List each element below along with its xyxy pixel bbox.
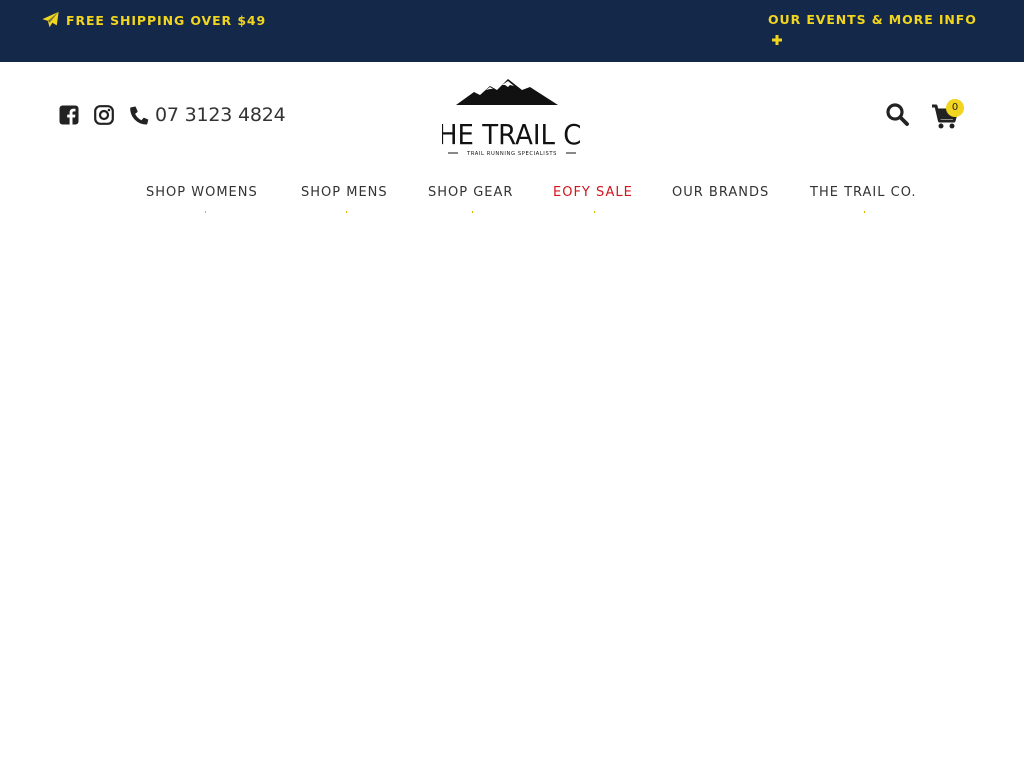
nav-indicator	[346, 211, 347, 213]
mountain-logo-graphic: THE TRAIL CO TRAIL RUNNING SPECIALISTS	[421, 79, 602, 157]
paper-plane-icon	[42, 11, 59, 28]
site-logo[interactable]: THE TRAIL CO TRAIL RUNNING SPECIALISTS	[421, 78, 602, 158]
free-shipping-link[interactable]: FREE SHIPPING OVER $49	[41, 11, 266, 29]
free-shipping-text: FREE SHIPPING OVER $49	[66, 12, 267, 28]
page-content-area	[0, 220, 1024, 768]
announcement-bar: FREE SHIPPING OVER $49 OUR EVENTS & MORE…	[0, 0, 1024, 62]
phone-icon	[130, 106, 149, 125]
search-icon[interactable]	[885, 102, 909, 126]
events-info-text: OUR EVENTS & MORE INFO	[768, 12, 977, 27]
nav-indicator	[594, 211, 595, 213]
nav-eofy-sale[interactable]: EOFY SALE	[553, 185, 633, 200]
main-nav: SHOP WOMENS SHOP MENS SHOP GEAR EOFY SAL…	[0, 182, 1024, 214]
cart-count-badge: 0	[946, 99, 964, 117]
nav-indicator	[205, 211, 206, 213]
nav-shop-womens[interactable]: SHOP WOMENS	[146, 185, 258, 200]
nav-shop-mens[interactable]: SHOP MENS	[301, 185, 388, 200]
nav-indicator	[472, 211, 473, 213]
phone-link[interactable]: 07 3123 4824	[129, 104, 286, 126]
site-header: 07 3123 4824 THE TRAIL CO TRAIL RUNNING …	[0, 62, 1024, 220]
nav-our-brands[interactable]: OUR BRANDS	[672, 185, 769, 200]
instagram-icon[interactable]	[94, 105, 114, 125]
logo-tagline: TRAIL RUNNING SPECIALISTS	[466, 151, 557, 157]
events-info-link[interactable]: OUR EVENTS & MORE INFO	[768, 11, 988, 47]
social-links: 07 3123 4824	[59, 104, 286, 126]
plus-icon	[772, 35, 782, 45]
nav-indicator	[864, 211, 865, 213]
nav-the-trail-co[interactable]: THE TRAIL CO.	[810, 185, 917, 200]
nav-shop-gear[interactable]: SHOP GEAR	[428, 185, 513, 200]
logo-title: THE TRAIL CO	[442, 120, 582, 152]
phone-number: 07 3123 4824	[155, 104, 286, 126]
facebook-icon[interactable]	[59, 105, 79, 125]
